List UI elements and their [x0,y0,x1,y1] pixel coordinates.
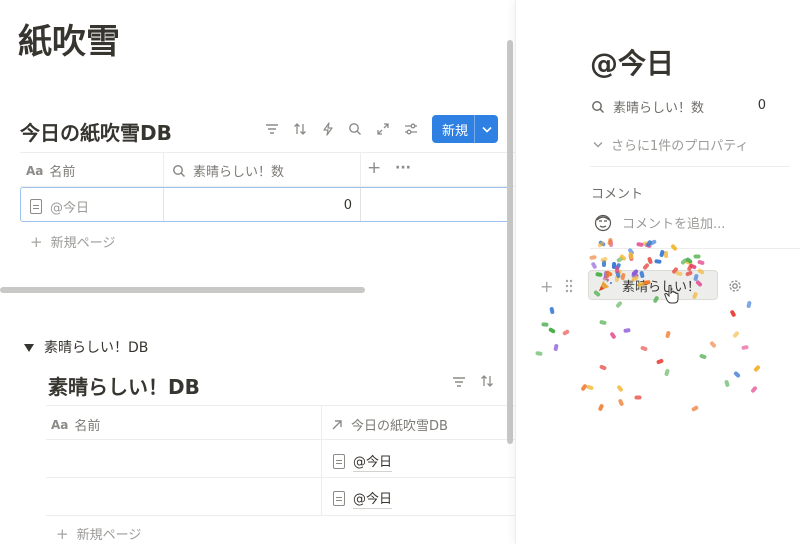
property-row[interactable]: 素晴らしい！数 [591,97,704,116]
db1-title[interactable]: 今日の紙吹雪DB [20,117,172,146]
filter-icon[interactable] [450,373,468,391]
new-button-label: 新規 [441,123,468,139]
new-button[interactable]: 新規 [432,115,498,143]
row-name-cell[interactable]: @今日 [30,197,89,216]
sort-icon[interactable] [291,120,309,138]
expand-icon[interactable] [374,120,392,138]
peek-page-title[interactable]: @今日 [590,42,674,82]
confetti-piece [534,350,543,356]
confetti-piece [634,395,642,400]
add-column-button[interactable]: + [367,158,381,178]
search-icon[interactable] [346,120,364,138]
gear-icon[interactable] [728,278,742,297]
avatar [594,214,612,231]
horizontal-scrollbar[interactable] [0,287,365,293]
table-row[interactable] [20,187,510,222]
comment-input[interactable]: コメントを追加... [594,213,725,232]
column-header-name[interactable]: Aa 名前 [51,415,100,435]
arrow-up-right-icon [332,419,342,429]
page-icon [333,491,345,506]
vertical-scrollbar[interactable] [507,40,513,444]
main-pane: 紙吹雪 今日の紙吹雪DB 新規 Aa 名前 素晴らしい！数 + ··· @今日 … [0,0,515,544]
page-icon [333,454,345,469]
column-header-name[interactable]: Aa 名前 [26,161,75,181]
more-properties-toggle[interactable]: さらに1件のプロパティ [593,135,749,154]
text-type-icon: Aa [26,163,44,178]
new-page-row[interactable]: + 新規ページ [56,524,141,544]
table-row[interactable] [46,440,515,477]
hand-cursor-icon [664,284,680,308]
plus-icon: + [56,524,69,543]
add-block-plus-icon[interactable]: + [540,277,553,296]
confetti-piece [654,258,662,264]
automation-bolt-icon[interactable] [319,120,337,138]
property-value[interactable]: 0 [740,98,766,113]
confetti-piece [693,254,701,259]
more-options-button[interactable]: ··· [395,160,411,176]
search-icon [173,164,186,177]
column-header-count[interactable]: 素晴らしい！数 [172,161,284,180]
plus-icon: + [30,232,43,251]
settings-sliders-icon[interactable] [402,120,420,138]
triangle-down-icon[interactable] [24,338,34,357]
new-page-row[interactable]: + 新規ページ [30,232,115,252]
row-count-cell[interactable]: 0 [300,198,352,213]
db2-title[interactable]: 素晴らしい！DB [48,371,200,400]
confetti-piece [604,270,610,278]
column-header-relation[interactable]: 今日の紙吹雪DB [331,415,448,434]
confetti-piece [643,279,651,285]
chevron-down-icon [593,142,603,148]
comments-heading: コメント [591,187,644,202]
confetti-piece [541,322,549,327]
table-row[interactable] [46,478,515,515]
drag-handle-icon[interactable] [565,278,573,297]
relation-cell[interactable]: @今日 [333,451,393,472]
chevron-down-icon[interactable] [475,123,498,136]
page-title: 紙吹雪 [18,22,120,62]
page-icon [30,199,42,214]
filter-icon[interactable] [263,120,281,138]
text-type-icon: Aa [51,417,69,432]
sort-icon[interactable] [478,372,496,390]
relation-cell[interactable]: @今日 [333,488,393,509]
search-icon [592,100,605,113]
toggle-block[interactable]: 素晴らしい！DB [24,337,148,357]
